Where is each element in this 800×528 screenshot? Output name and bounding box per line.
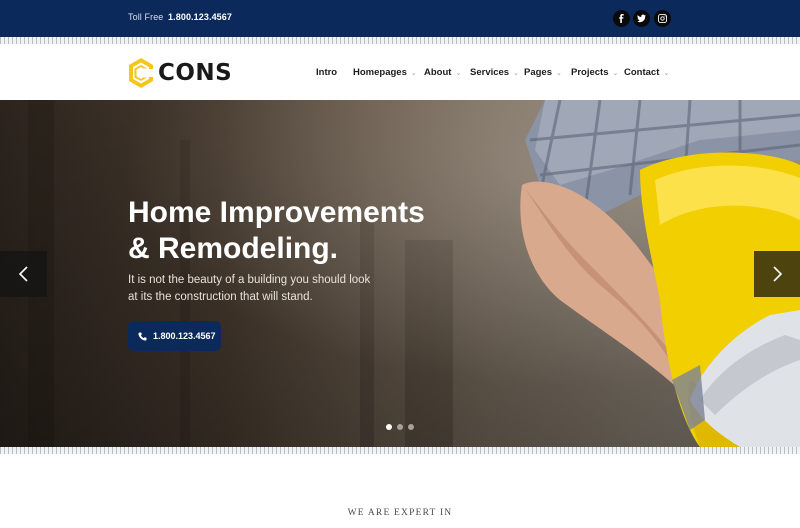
- nav-item-services[interactable]: Services ⌄: [470, 67, 519, 78]
- chevron-down-icon: ⌄: [455, 69, 462, 77]
- chevron-down-icon: ⌄: [612, 69, 619, 77]
- top-bar: Toll Free 1.800.123.4567: [0, 0, 800, 37]
- toll-free-number[interactable]: 1.800.123.4567: [168, 12, 232, 22]
- instagram-icon[interactable]: [654, 10, 671, 27]
- nav-item-intro[interactable]: Intro: [316, 67, 337, 78]
- chevron-down-icon: ⌄: [513, 69, 519, 77]
- chevron-down-icon: ⌄: [556, 69, 562, 77]
- hero-subtitle-line: It is not the beauty of a building you s…: [128, 274, 371, 286]
- nav-label: Contact: [624, 67, 660, 78]
- slider-dot[interactable]: [408, 424, 414, 430]
- ruler-divider-bottom: [0, 447, 800, 454]
- chevron-down-icon: ⌄: [410, 69, 417, 77]
- worker-helmet-image: [520, 100, 800, 447]
- hero-title: Home Improvements & Remodeling.: [128, 195, 488, 267]
- toll-free-info: Toll Free 1.800.123.4567: [128, 12, 232, 22]
- slider-dot[interactable]: [397, 424, 403, 430]
- hero-subtitle-line: at its the construction that will stand.: [128, 291, 313, 303]
- logo-wordmark: CONS: [158, 60, 233, 86]
- nav-item-pages[interactable]: Pages ⌄: [524, 67, 562, 78]
- call-button[interactable]: 1.800.123.4567: [128, 321, 221, 351]
- nav-label: Pages: [524, 67, 552, 78]
- nav-label: Services: [470, 67, 510, 78]
- nav-item-contact[interactable]: Contact ⌄: [624, 67, 669, 78]
- hero-title-line: Home Improvements: [128, 196, 425, 229]
- nav-item-about[interactable]: About ⌄: [424, 67, 461, 78]
- hero-title-line: & Remodeling.: [128, 232, 339, 265]
- slider-dot[interactable]: [386, 424, 392, 430]
- section-eyebrow: WE ARE EXPERT IN: [347, 508, 453, 518]
- nav-label: About: [424, 67, 452, 78]
- logo-icon: [129, 58, 153, 88]
- chevron-down-icon: ⌄: [663, 69, 670, 77]
- slider-pagination: [386, 424, 419, 430]
- site-logo[interactable]: CONS: [128, 57, 232, 89]
- chevron-left-icon: [18, 266, 28, 282]
- hero-subtitle: It is not the beauty of a building you s…: [128, 272, 388, 306]
- twitter-icon[interactable]: [633, 10, 650, 27]
- nav-label: Projects: [571, 67, 609, 78]
- hero-slider: Home Improvements & Remodeling. It is no…: [0, 100, 800, 447]
- slider-next-button[interactable]: [754, 251, 800, 297]
- nav-item-projects[interactable]: Projects ⌄: [571, 67, 618, 78]
- slider-prev-button[interactable]: [0, 251, 47, 297]
- facebook-icon[interactable]: [613, 10, 630, 27]
- nav-item-homepages[interactable]: Homepages ⌄: [353, 67, 417, 78]
- ruler-divider-top: [0, 37, 800, 44]
- chevron-right-icon: [773, 266, 783, 282]
- nav-label: Intro: [316, 67, 338, 78]
- nav-label: Homepages: [353, 67, 407, 78]
- call-button-label: 1.800.123.4567: [153, 331, 216, 341]
- site-header: CONS Intro Homepages ⌄ About ⌄ Services ⌄ P…: [0, 44, 800, 100]
- toll-free-label: Toll Free: [128, 12, 164, 22]
- phone-icon: [138, 331, 147, 341]
